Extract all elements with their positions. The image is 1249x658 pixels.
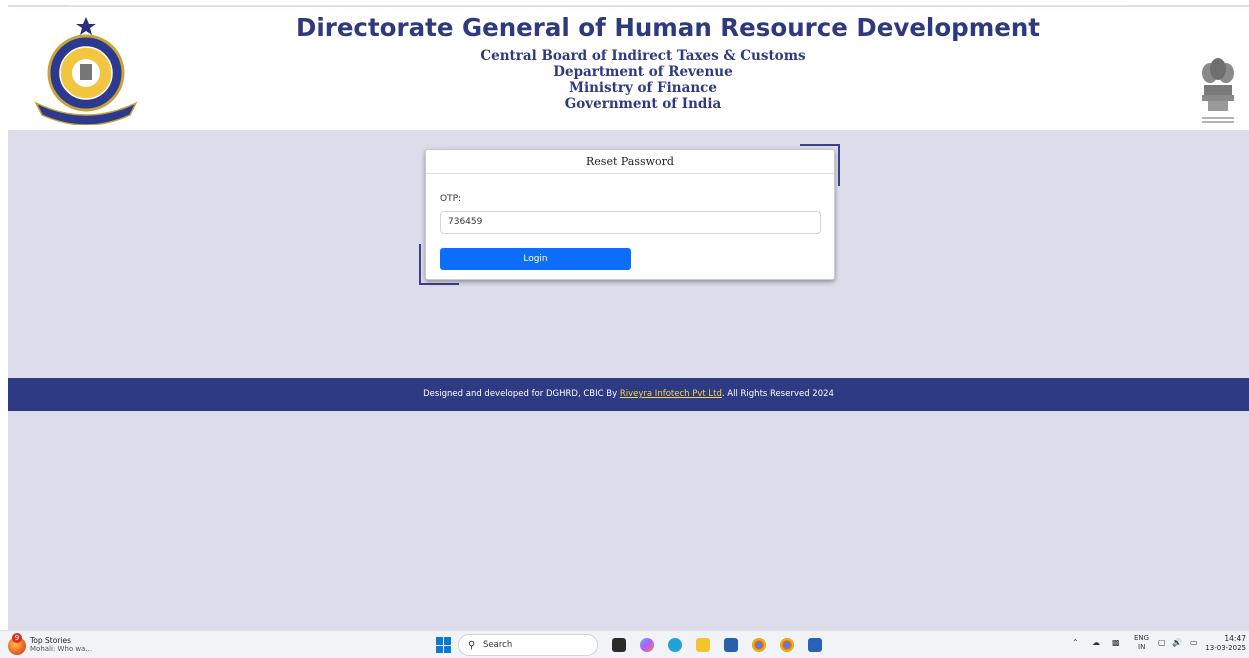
- header-line-government: Government of India: [564, 96, 722, 112]
- login-button[interactable]: Login: [440, 248, 631, 270]
- news-badge: 9: [12, 633, 22, 643]
- word-icon[interactable]: [808, 638, 822, 652]
- chevron-up-icon[interactable]: ⌃: [1072, 638, 1079, 647]
- store-icon[interactable]: [724, 638, 738, 652]
- chrome-icon[interactable]: [752, 638, 766, 652]
- windows-logo-tile: [444, 637, 451, 645]
- header-line-department: Department of Revenue: [553, 64, 733, 80]
- language-bottom[interactable]: IN: [1138, 643, 1145, 651]
- cbic-emblem-icon: [34, 17, 138, 125]
- news-title: Top Stories: [30, 636, 72, 645]
- windows-logo-tile: [436, 637, 443, 645]
- windows-logo-tile: [444, 645, 451, 653]
- header-line-cbic: Central Board of Indirect Taxes & Custom…: [480, 48, 806, 64]
- copilot-icon[interactable]: [640, 638, 654, 652]
- search-icon: ⚲: [468, 640, 476, 651]
- news-subtitle: Mohali: Who wa...: [30, 645, 93, 653]
- footer-text-suffix: . All Rights Reserved 2024: [721, 389, 834, 399]
- clock-date[interactable]: 13-03-2025: [1196, 644, 1246, 652]
- start-button[interactable]: [436, 637, 452, 653]
- site-header: Directorate General of Human Resource De…: [8, 7, 1249, 130]
- header-line-ministry: Ministry of Finance: [569, 80, 717, 96]
- windows-logo-tile: [436, 645, 443, 653]
- onedrive-icon[interactable]: ☁: [1092, 638, 1100, 647]
- page-title: Directorate General of Human Resource De…: [296, 13, 1040, 42]
- top-divider: [68, 5, 1128, 6]
- chrome-alt-icon[interactable]: [780, 638, 794, 652]
- reset-password-card: Reset Password OTP: 736459 Login: [425, 149, 835, 280]
- news-widget[interactable]: 9 Top Stories Mohali: Who wa...: [8, 633, 158, 655]
- search-placeholder: Search: [483, 640, 513, 650]
- national-emblem-icon: [1202, 58, 1234, 123]
- developer-link[interactable]: Riveyra Infotech Pvt Ltd: [620, 389, 722, 399]
- browser-viewport: Directorate General of Human Resource De…: [8, 0, 1249, 630]
- language-top[interactable]: ENG: [1134, 634, 1149, 642]
- security-icon[interactable]: ▩: [1112, 638, 1120, 647]
- edge-icon[interactable]: [668, 638, 682, 652]
- folder-icon[interactable]: [696, 638, 710, 652]
- otp-input[interactable]: 736459: [440, 211, 821, 234]
- card-heading: Reset Password: [426, 150, 834, 174]
- taskbar-search[interactable]: ⚲ Search: [458, 634, 598, 656]
- footer-text-prefix: Designed and developed for DGHRD, CBIC B…: [423, 389, 620, 399]
- clock-time[interactable]: 14:47: [1218, 634, 1246, 643]
- file-explorer-icon[interactable]: [612, 638, 626, 652]
- site-footer: Designed and developed for DGHRD, CBIC B…: [8, 378, 1249, 411]
- windows-taskbar: 9 Top Stories Mohali: Who wa... ⚲ Search…: [0, 630, 1249, 658]
- display-icon[interactable]: ▢: [1158, 638, 1166, 647]
- otp-label: OTP:: [440, 194, 462, 204]
- volume-icon[interactable]: 🔊: [1172, 638, 1182, 647]
